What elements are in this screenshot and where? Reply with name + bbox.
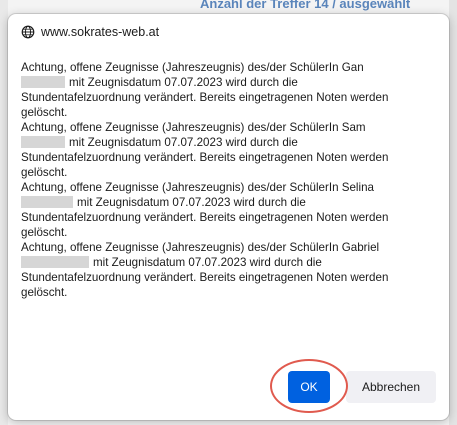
message-line: mit Zeugnisdatum 07.07.2023 wird durch d…: [77, 196, 306, 209]
redacted-name: [21, 196, 73, 208]
background-results-header: Anzahl der Treffer 14 / ausgewählt: [200, 0, 411, 11]
message-paragraph: Achtung, offene Zeugnisse (Jahreszeugnis…: [21, 60, 433, 120]
message-line: mit Zeugnisdatum 07.07.2023 wird durch d…: [69, 136, 298, 149]
message-line: Achtung, offene Zeugnisse (Jahreszeugnis…: [21, 241, 380, 254]
dialog-message: Achtung, offene Zeugnisse (Jahreszeugnis…: [21, 60, 433, 300]
redacted-name: [21, 136, 65, 148]
globe-icon: [21, 25, 35, 39]
message-line: Stundentafelzuordnung verändert. Bereits…: [21, 271, 389, 299]
dialog-origin-url: www.sokrates-web.at: [41, 25, 160, 39]
redacted-name: [21, 76, 65, 88]
message-line: mit Zeugnisdatum 07.07.2023 wird durch d…: [69, 76, 298, 89]
message-line: Stundentafelzuordnung verändert. Bereits…: [21, 151, 389, 179]
message-paragraph: Achtung, offene Zeugnisse (Jahreszeugnis…: [21, 240, 433, 300]
message-line: Achtung, offene Zeugnisse (Jahreszeugnis…: [21, 181, 374, 194]
message-line: mit Zeugnisdatum 07.07.2023 wird durch d…: [93, 256, 322, 269]
message-paragraph: Achtung, offene Zeugnisse (Jahreszeugnis…: [21, 180, 433, 240]
redacted-name: [21, 256, 89, 268]
message-line: Achtung, offene Zeugnisse (Jahreszeugnis…: [21, 61, 364, 74]
message-line: Stundentafelzuordnung verändert. Bereits…: [21, 211, 389, 239]
cancel-button[interactable]: Abbrechen: [346, 371, 436, 403]
message-line: Achtung, offene Zeugnisse (Jahreszeugnis…: [21, 121, 366, 134]
background-edge-left: [0, 0, 8, 425]
ok-button[interactable]: OK: [288, 371, 330, 403]
background-edge-right: [449, 0, 457, 425]
message-line: Stundentafelzuordnung verändert. Bereits…: [21, 91, 389, 119]
dialog-origin: www.sokrates-web.at: [21, 24, 159, 40]
message-paragraph: Achtung, offene Zeugnisse (Jahreszeugnis…: [21, 120, 433, 180]
